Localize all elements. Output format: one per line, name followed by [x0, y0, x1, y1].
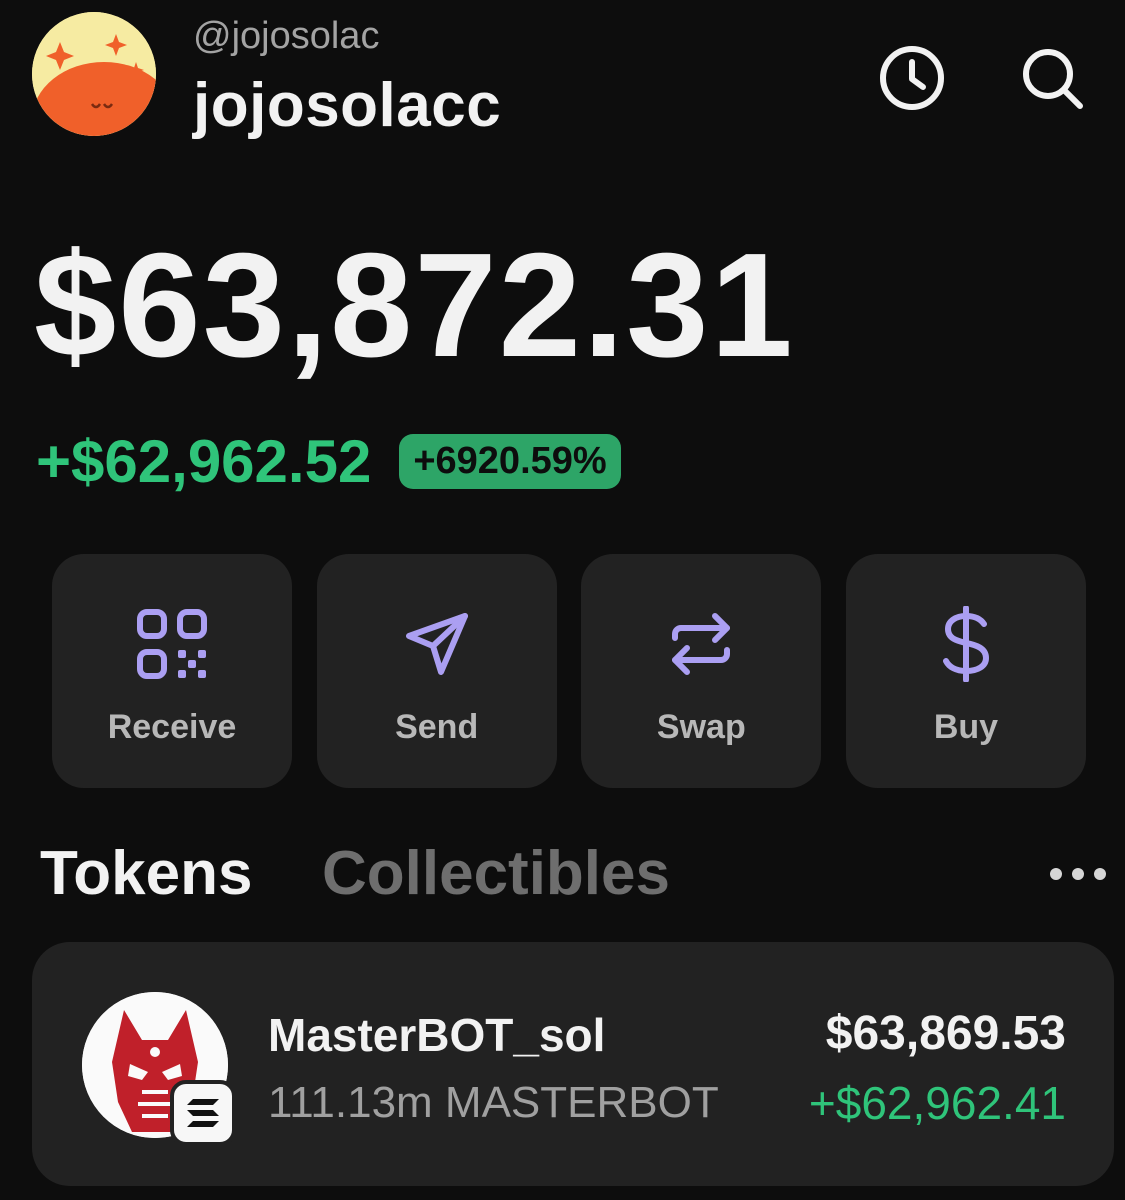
- send-button[interactable]: Send: [316, 554, 557, 788]
- action-buttons: Receive Send Swap Buy: [52, 554, 1086, 788]
- avatar[interactable]: [32, 12, 156, 136]
- buy-button[interactable]: Buy: [845, 554, 1086, 788]
- tab-collectibles[interactable]: Collectibles: [322, 838, 670, 909]
- solana-icon: [170, 1080, 236, 1146]
- receive-label: Receive: [107, 708, 237, 746]
- token-name: MasterBOT_sol: [268, 1009, 606, 1061]
- send-label: Send: [395, 708, 479, 746]
- total-balance: $63,872.31: [34, 223, 795, 388]
- clock-icon: [880, 46, 944, 110]
- dollar-icon: [928, 606, 1004, 682]
- header: @jojosolac jojosolacc: [0, 0, 1125, 170]
- token-amount: 111.13m MASTERBOT: [268, 1078, 719, 1127]
- token-row[interactable]: MasterBOT_sol 111.13m MASTERBOT $63,869.…: [32, 942, 1114, 1186]
- more-options-icon[interactable]: [1046, 864, 1110, 884]
- swap-icon: [663, 606, 739, 682]
- send-icon: [399, 606, 475, 682]
- balance-change-row: +$62,962.52 +6920.59%: [36, 426, 621, 496]
- history-button[interactable]: [876, 42, 948, 114]
- username[interactable]: jojosolacc: [193, 70, 501, 141]
- buy-label: Buy: [933, 708, 999, 746]
- receive-button[interactable]: Receive: [52, 554, 292, 788]
- change-percent-badge: +6920.59%: [399, 433, 621, 489]
- search-button[interactable]: [1016, 42, 1088, 114]
- cartoon-avatar-icon: [32, 12, 156, 136]
- user-handle: @jojosolac: [193, 15, 380, 57]
- swap-label: Swap: [656, 708, 746, 746]
- token-value: $63,869.53: [825, 1007, 1066, 1060]
- change-amount: +$62,962.52: [36, 427, 372, 495]
- search-icon: [1023, 49, 1083, 109]
- asset-tabs: Tokens Collectibles: [40, 838, 1110, 918]
- swap-button[interactable]: Swap: [581, 554, 822, 788]
- tab-tokens[interactable]: Tokens: [40, 838, 252, 909]
- token-change: +$62,962.41: [808, 1077, 1066, 1129]
- qr-code-icon: [134, 606, 210, 682]
